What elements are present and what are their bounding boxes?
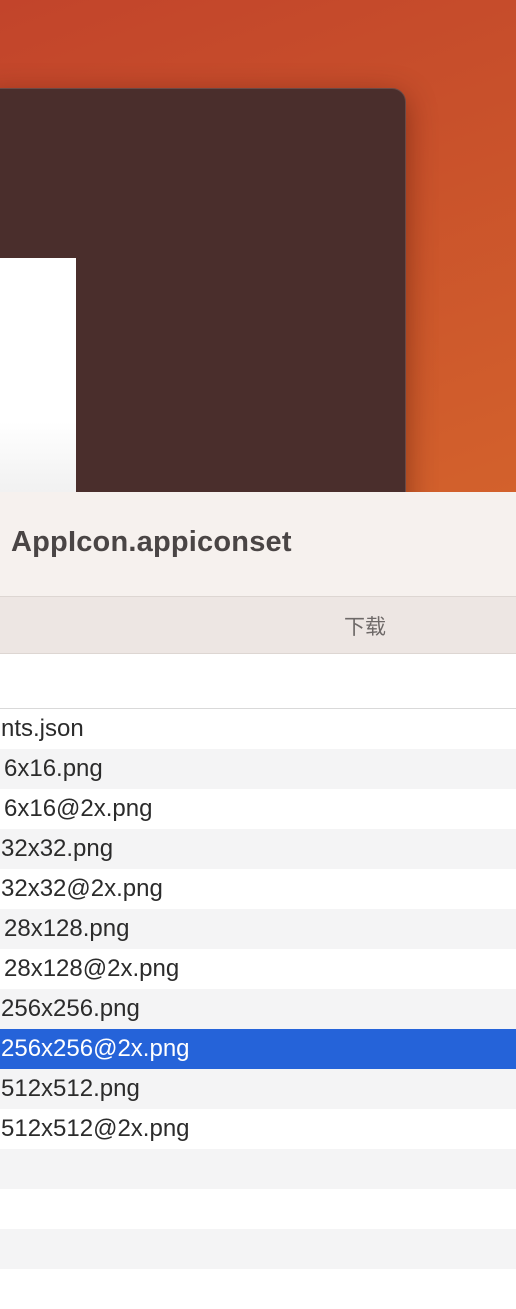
- file-row[interactable]: 6x16.png: [0, 749, 516, 789]
- file-name: 512x512.png: [1, 1075, 140, 1102]
- file-row[interactable]: 32x32.png: [0, 829, 516, 869]
- file-name: 256x256@2x.png: [1, 1035, 190, 1062]
- tab-downloads[interactable]: 下载: [344, 611, 386, 641]
- file-list[interactable]: nts.json 6x16.png 6x16@2x.png 32x32.png …: [0, 709, 516, 1309]
- file-name: 6x16@2x.png: [4, 795, 153, 822]
- finder-tab-bar: 下载: [0, 597, 516, 654]
- file-row[interactable]: 512x512.png: [0, 1069, 516, 1109]
- file-name: nts.json: [1, 715, 84, 742]
- file-name: 28x128.png: [4, 915, 130, 942]
- file-name: 512x512@2x.png: [1, 1115, 190, 1142]
- file-name: 32x32@2x.png: [1, 875, 163, 902]
- file-row[interactable]: nts.json: [0, 709, 516, 749]
- file-name: 256x256.png: [1, 995, 140, 1022]
- empty-list-row: [0, 1189, 516, 1229]
- file-row[interactable]: 28x128.png: [0, 909, 516, 949]
- file-name: 32x32.png: [1, 835, 114, 862]
- empty-list-row: [0, 1269, 516, 1309]
- finder-window[interactable]: AppIcon.appiconset 下载 nts.json 6x16.png …: [0, 492, 516, 1309]
- desktop-background: [0, 0, 516, 520]
- file-row[interactable]: 28x128@2x.png: [0, 949, 516, 989]
- file-row[interactable]: 512x512@2x.png: [0, 1109, 516, 1149]
- file-name: 6x16.png: [4, 755, 103, 782]
- empty-list-row: [0, 1149, 516, 1189]
- file-row[interactable]: 256x256.png: [0, 989, 516, 1029]
- file-row-selected[interactable]: 256x256@2x.png: [0, 1029, 516, 1069]
- finder-toolbar: AppIcon.appiconset: [0, 492, 516, 597]
- empty-list-row: [0, 1229, 516, 1269]
- list-header-spacer: [0, 654, 516, 709]
- file-name: 28x128@2x.png: [4, 955, 180, 982]
- file-row[interactable]: 32x32@2x.png: [0, 869, 516, 909]
- window-title: AppIcon.appiconset: [11, 526, 292, 558]
- file-row[interactable]: 6x16@2x.png: [0, 789, 516, 829]
- background-window-content-panel: [0, 258, 76, 492]
